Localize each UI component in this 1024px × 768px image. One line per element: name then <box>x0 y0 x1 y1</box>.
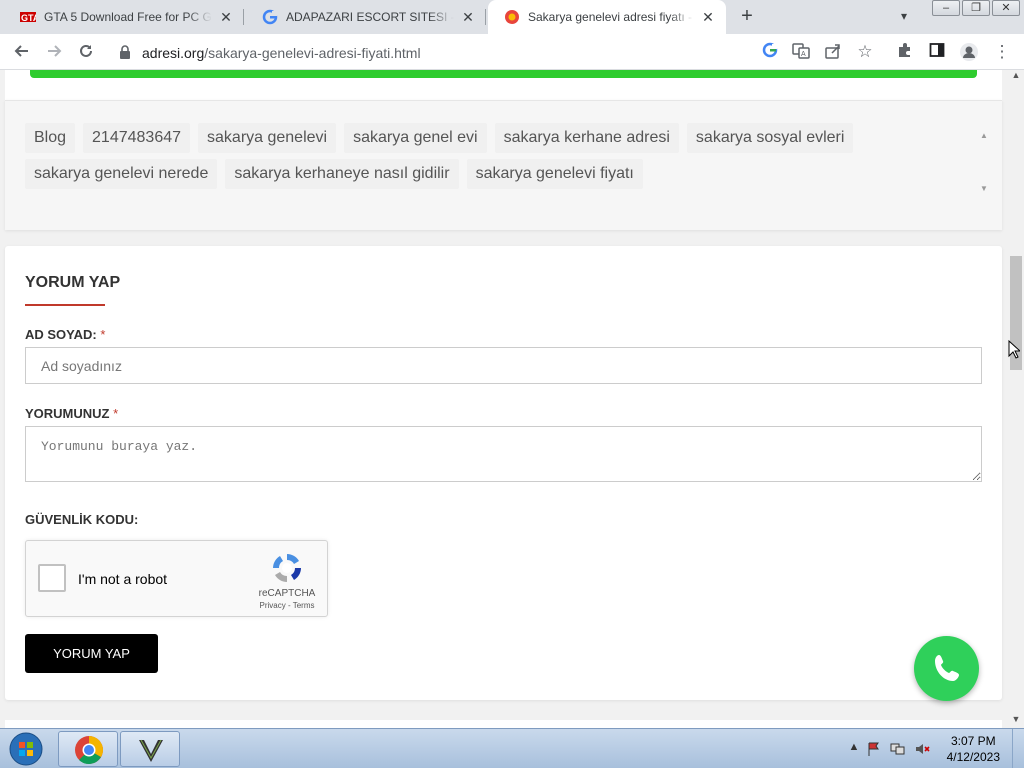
network-icon[interactable] <box>890 741 906 757</box>
tag-link[interactable]: sakarya genelevi nerede <box>25 159 218 189</box>
recaptcha-logo-icon <box>273 554 301 582</box>
recaptcha-label: I'm not a robot <box>78 571 168 587</box>
svg-text:GTA: GTA <box>21 13 36 23</box>
comment-form-card: YORUM YAP AD SOYAD: * YORUMUNUZ * GÜVENL… <box>5 246 1002 700</box>
page-viewport: Blog 2147483647 sakarya genelevi sakarya… <box>0 70 1008 728</box>
chrome-icon <box>75 736 103 765</box>
lock-icon <box>120 45 130 59</box>
close-window-button[interactable]: ✕ <box>992 0 1020 16</box>
side-panel-icon[interactable] <box>927 42 947 62</box>
comment-label: YORUMUNUZ * <box>25 406 118 421</box>
tab-gta[interactable]: GTA GTA 5 Download Free for PC Gratis ✕ <box>4 0 244 34</box>
url-path: /sakarya-genelevi-adresi-fiyati.html <box>204 45 421 61</box>
gta-v-icon <box>139 739 163 762</box>
svg-text:A: A <box>801 51 806 58</box>
recaptcha-brand: reCAPTCHA <box>258 588 316 599</box>
scroll-up-arrow-icon[interactable]: ▲ <box>980 131 988 140</box>
share-icon[interactable] <box>823 42 843 62</box>
taskbar-clock[interactable]: 3:07 PM 4/12/2023 <box>947 733 1000 765</box>
tags-scrollbar[interactable]: ▲ ▼ <box>980 131 988 193</box>
tag-link[interactable]: sakarya kerhane adresi <box>494 123 679 153</box>
show-desktop-button[interactable] <box>1012 729 1024 768</box>
close-icon[interactable]: ✕ <box>218 9 234 25</box>
gta-favicon-icon: GTA <box>20 9 36 25</box>
maximize-button[interactable]: ❐ <box>962 0 990 16</box>
browser-toolbar: adresi.org/sakarya-genelevi-adresi-fiyat… <box>0 34 1024 70</box>
action-center-flag-icon[interactable] <box>866 741 882 757</box>
next-section-card <box>5 720 1002 728</box>
url-domain: adresi.org <box>142 45 205 61</box>
translate-icon[interactable]: A <box>791 42 811 62</box>
page-scrollbar[interactable]: ▲ ▼ <box>1008 70 1024 728</box>
window-controls: – ❐ ✕ <box>932 0 1020 16</box>
taskbar-chrome[interactable] <box>58 731 118 767</box>
name-input[interactable] <box>25 347 982 384</box>
close-icon[interactable]: ✕ <box>700 9 716 25</box>
required-mark: * <box>100 327 106 342</box>
google-favicon-icon <box>262 9 278 25</box>
tab-title: ADAPAZARI ESCORT SITESI - Google <box>286 10 454 24</box>
windows-logo-icon <box>9 732 43 766</box>
tab-title: Sakarya genelevi adresi fiyatı - Adresi <box>528 10 694 24</box>
required-mark: * <box>113 406 119 421</box>
phone-call-button[interactable] <box>914 636 979 701</box>
tag-link[interactable]: 2147483647 <box>83 123 191 153</box>
comment-textarea[interactable] <box>25 426 982 482</box>
bookmark-star-icon[interactable]: ☆ <box>855 42 875 62</box>
extensions-puzzle-icon[interactable] <box>895 42 915 62</box>
system-tray: ▲ 3:07 PM 4/12/2023 <box>840 729 1024 768</box>
recaptcha-privacy-terms-link[interactable]: Privacy - Terms <box>250 601 324 610</box>
profile-avatar-icon[interactable] <box>959 42 979 62</box>
scroll-down-arrow-icon[interactable]: ▼ <box>1008 714 1024 728</box>
tab-title: GTA 5 Download Free for PC Gratis <box>44 10 212 24</box>
mouse-cursor-icon <box>1008 340 1020 359</box>
tag-list: Blog 2147483647 sakarya genelevi sakarya… <box>25 123 975 189</box>
scroll-up-arrow-icon[interactable]: ▲ <box>1008 70 1024 84</box>
recaptcha-widget: I'm not a robot reCAPTCHA Privacy - Term… <box>25 540 328 617</box>
green-bar <box>30 70 977 78</box>
tab-sakarya-active[interactable]: Sakarya genelevi adresi fiyatı - Adresi … <box>488 0 726 34</box>
tags-card: Blog 2147483647 sakarya genelevi sakarya… <box>5 100 1002 230</box>
site-favicon-icon <box>504 9 520 25</box>
tag-link[interactable]: sakarya sosyal evleri <box>686 123 854 153</box>
url-text: adresi.org/sakarya-genelevi-adresi-fiyat… <box>142 45 421 61</box>
close-icon[interactable]: ✕ <box>460 9 476 25</box>
tag-link[interactable]: Blog <box>25 123 76 153</box>
minimize-button[interactable]: – <box>932 0 960 16</box>
volume-muted-icon[interactable] <box>914 741 930 757</box>
start-button[interactable] <box>6 731 46 767</box>
taskbar-gta[interactable] <box>120 731 180 767</box>
windows-taskbar: ▲ 3:07 PM 4/12/2023 <box>0 728 1024 768</box>
security-code-label: GÜVENLİK KODU: <box>25 512 139 527</box>
scroll-down-arrow-icon[interactable]: ▼ <box>980 184 988 193</box>
reload-icon[interactable] <box>76 42 96 62</box>
name-label: AD SOYAD: * <box>25 327 105 342</box>
clock-time: 3:07 PM <box>950 734 996 748</box>
menu-kebab-icon[interactable]: ⋮ <box>992 42 1012 62</box>
tab-search-chevron-icon[interactable]: ▾ <box>896 9 912 25</box>
tab-strip: GTA GTA 5 Download Free for PC Gratis ✕ … <box>0 0 1024 34</box>
comment-label-text: YORUMUNUZ <box>25 406 110 421</box>
tag-link[interactable]: sakarya kerhaneye nasıl gidilir <box>225 159 459 189</box>
tag-link[interactable]: sakarya genelevi <box>198 123 337 153</box>
name-label-text: AD SOYAD: <box>25 327 97 342</box>
tag-link[interactable]: sakarya genel evi <box>344 123 487 153</box>
tray-expand-icon[interactable]: ▲ <box>846 741 862 757</box>
back-arrow-icon[interactable] <box>12 42 32 62</box>
tab-google[interactable]: ADAPAZARI ESCORT SITESI - Google ✕ <box>246 0 486 34</box>
google-lens-icon[interactable] <box>760 42 780 62</box>
recaptcha-checkbox[interactable] <box>38 564 66 592</box>
phone-icon <box>935 655 959 681</box>
new-tab-button[interactable]: + <box>736 6 758 28</box>
tag-link[interactable]: sakarya genelevi fiyatı <box>466 159 643 189</box>
forward-arrow-icon[interactable] <box>44 42 64 62</box>
comment-section-title: YORUM YAP <box>25 274 121 291</box>
submit-comment-button[interactable]: YORUM YAP <box>25 634 158 673</box>
clock-date: 4/12/2023 <box>946 750 1000 764</box>
title-underline <box>25 304 105 306</box>
